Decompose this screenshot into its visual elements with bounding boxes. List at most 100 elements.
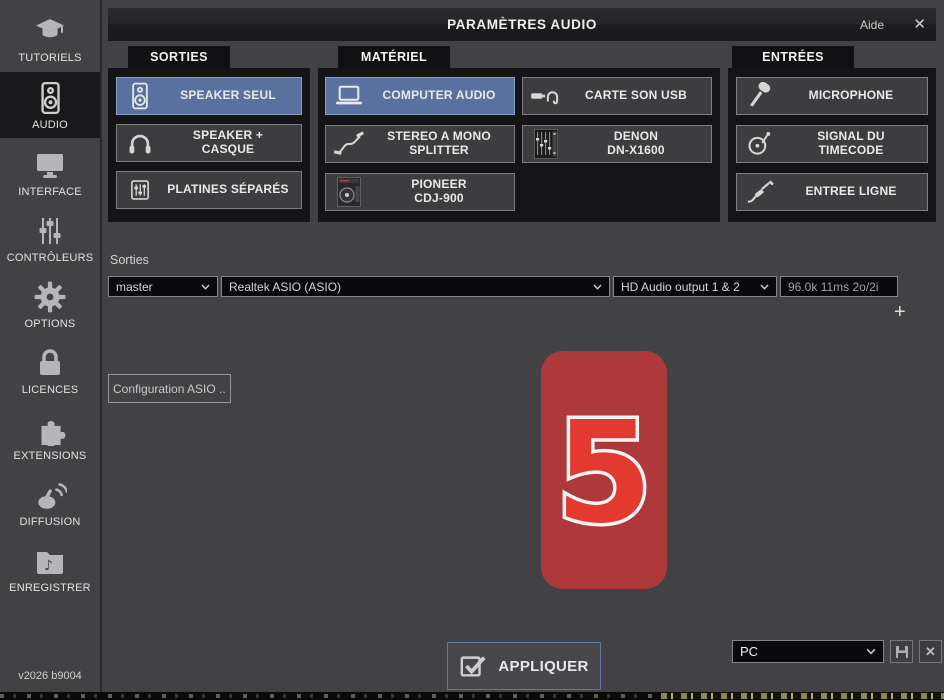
countdown-digit: 5 [541,351,667,589]
usb-soundcard-icon [523,83,569,109]
sidebar-item-label: LICENCES [22,384,79,396]
graduation-cap-icon [33,13,67,49]
sidebar-item-label: INTERFACE [18,186,82,198]
button-microphone[interactable]: MICROPHONE [736,77,928,115]
button-label: COMPUTER AUDIO [372,89,514,103]
button-signal-timecode[interactable]: SIGNAL DU TIMECODE [736,125,928,163]
button-label: PLATINES SÉPARÉS [163,183,301,197]
button-label: SIGNAL DU TIMECODE [783,130,927,158]
profile-select[interactable]: PC [732,640,884,663]
version-label: v2026 b9004 [0,670,100,682]
button-label: MICROPHONE [783,89,927,103]
button-label: PIONEER CDJ-900 [372,178,514,206]
button-label: SPEAKER SEUL [163,89,301,103]
sidebar-item-label: CONTRÔLEURS [7,252,94,264]
button-speaker-seul[interactable]: SPEAKER SEUL [116,77,302,115]
sidebar-item-audio[interactable]: AUDIO [0,72,100,138]
gear-icon [33,279,67,315]
sidebar: TUTORIELS AUDIO INTERFACE [0,0,100,692]
apply-button-label: APPLIQUER [498,658,588,675]
button-label: STEREO A MONO SPLITTER [372,130,514,158]
button-carte-son-usb[interactable]: CARTE SON USB [522,77,712,115]
sidebar-item-enregistrer[interactable]: ♪ ENREGISTRER [0,536,100,600]
sidebar-item-label: OPTIONS [25,318,76,330]
button-label: ENTREE LIGNE [783,185,927,199]
waveform-sliver [661,693,944,699]
sidebar-item-extensions[interactable]: EXTENSIONS [0,404,100,468]
save-profile-button[interactable] [890,640,913,663]
button-entree-ligne[interactable]: ENTREE LIGNE [736,173,928,211]
background-app-sliver [0,692,944,700]
sliders-icon [34,213,66,249]
sidebar-item-tutoriels[interactable]: TUTORIELS [0,6,100,70]
sidebar-item-options[interactable]: OPTIONS [0,272,100,336]
button-platines-separes[interactable]: PLATINES SÉPARÉS [116,171,302,209]
sidebar-item-label: ENREGISTRER [9,582,91,594]
output-driver-select[interactable]: Realtek ASIO (ASIO) [221,276,610,297]
output-status-box: 96.0k 11ms 2o/2i [780,276,898,297]
broadcast-icon [33,477,67,513]
audio-settings-window: TUTORIELS AUDIO INTERFACE [0,0,944,700]
chevron-down-icon [201,284,210,290]
tab-entrees[interactable]: ENTRÉES [732,46,854,68]
asio-config-button[interactable]: Configuration ASIO .. [108,374,231,403]
cdj-player-icon [326,177,372,207]
output-port-value: HD Audio output 1 & 2 [621,280,740,294]
button-stereo-mono-splitter[interactable]: STEREO A MONO SPLITTER [325,125,515,163]
button-computer-audio[interactable]: COMPUTER AUDIO [325,77,515,115]
close-icon[interactable]: ✕ [913,17,926,32]
button-label: SPEAKER + CASQUE [163,129,301,157]
checkbox-check-icon [459,652,487,680]
denon-mixer-icon [523,129,569,159]
monitor-icon [33,147,67,183]
tab-materiel[interactable]: MATÉRIEL [338,46,450,68]
apply-button[interactable]: APPLIQUER [447,642,601,690]
sidebar-item-label: AUDIO [32,119,68,131]
countdown-card: 5 [541,351,667,589]
button-label: CARTE SON USB [569,89,711,103]
output-status-value: 96.0k 11ms 2o/2i [788,280,879,294]
help-link[interactable]: Aide [860,18,884,32]
sidebar-item-interface[interactable]: INTERFACE [0,140,100,204]
laptop-icon [326,83,372,109]
panel-materiel: COMPUTER AUDIO CARTE SON USB STEREO A [318,68,720,222]
chevron-down-icon [866,648,876,655]
folder-music-icon: ♪ [33,543,67,579]
speaker-icon [117,81,163,111]
panel-entrees: MICROPHONE SIGNAL DU TIMECODE [728,68,936,222]
chevron-down-icon [760,284,769,290]
sidebar-item-licences[interactable]: LICENCES [0,338,100,402]
output-driver-value: Realtek ASIO (ASIO) [229,280,341,294]
button-pioneer-cdj900[interactable]: PIONEER CDJ-900 [325,173,515,211]
asio-config-label: Configuration ASIO .. [113,382,226,396]
splitter-cable-icon [326,130,372,158]
lock-icon [34,345,66,381]
microphone-icon [737,82,783,110]
dialog-header: PARAMÈTRES AUDIO Aide ✕ [108,8,936,41]
button-speaker-casque[interactable]: SPEAKER + CASQUE [116,124,302,162]
sidebar-item-label: TUTORIELS [18,52,81,64]
output-channel-select[interactable]: master [108,276,218,297]
add-output-button[interactable]: + [894,302,906,322]
headphones-icon [117,129,163,157]
page-title: PARAMÈTRES AUDIO [108,17,936,32]
turntable-icon [737,130,783,158]
sidebar-item-controleurs[interactable]: CONTRÔLEURS [0,206,100,270]
tab-sorties[interactable]: SORTIES [128,46,230,68]
save-icon [895,645,909,659]
delete-profile-button[interactable]: ✕ [919,640,942,663]
output-port-select[interactable]: HD Audio output 1 & 2 [613,276,777,297]
svg-text:5: 5 [555,392,652,555]
svg-text:♪: ♪ [44,558,53,574]
close-icon: ✕ [925,644,936,660]
waveform-sliver [0,694,661,698]
panel-sorties: SPEAKER SEUL SPEAKER + CASQUE [108,68,310,222]
puzzle-icon [33,411,67,447]
sidebar-item-label: EXTENSIONS [14,450,87,462]
sidebar-item-label: DIFFUSION [19,516,80,528]
chevron-down-icon [593,284,602,290]
speaker-icon [33,80,67,116]
button-denon-dnx1600[interactable]: DENON DN-X1600 [522,125,712,163]
sidebar-item-diffusion[interactable]: DIFFUSION [0,470,100,534]
tab-label: ENTRÉES [762,50,824,64]
